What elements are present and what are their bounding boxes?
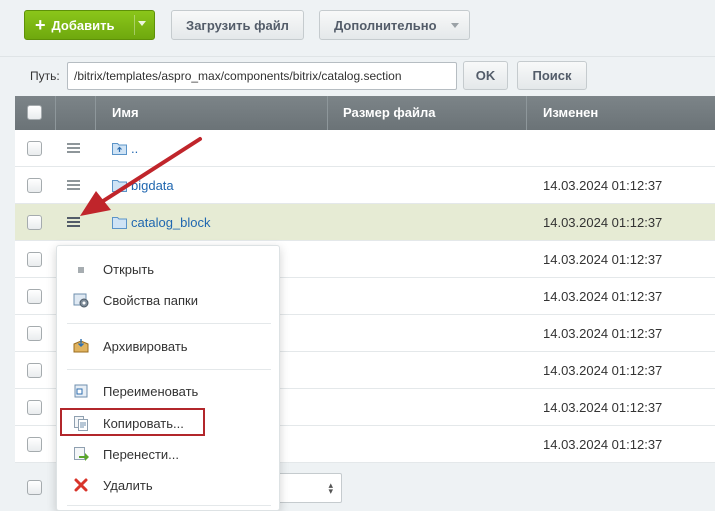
row-menu-icon[interactable] bbox=[67, 217, 80, 227]
menu-item-rename[interactable]: Переименовать bbox=[57, 377, 281, 405]
select-all-checkbox[interactable] bbox=[27, 105, 42, 120]
row-checkbox[interactable] bbox=[27, 400, 42, 415]
chevron-down-icon bbox=[451, 23, 459, 28]
plus-icon: + bbox=[35, 15, 46, 35]
row-name[interactable]: catalog_block bbox=[131, 215, 211, 230]
row-date: 14.03.2024 01:12:37 bbox=[543, 437, 663, 452]
menu-item-label: Открыть bbox=[103, 262, 155, 277]
search-button[interactable]: Поиск bbox=[517, 61, 587, 90]
column-separator bbox=[526, 96, 527, 130]
path-input[interactable]: /bitrix/templates/aspro_max/components/b… bbox=[67, 62, 457, 90]
menu-item-delete[interactable]: Удалить bbox=[57, 471, 281, 499]
archive-box-icon bbox=[73, 339, 89, 353]
table-row[interactable]: .. bbox=[15, 130, 715, 167]
menu-item-label: Удалить bbox=[103, 478, 153, 493]
menu-item-label: Архивировать bbox=[103, 339, 188, 354]
row-date: 14.03.2024 01:12:37 bbox=[543, 326, 663, 341]
highlight-box bbox=[60, 408, 205, 436]
add-button[interactable]: + Добавить bbox=[24, 10, 155, 40]
column-separator bbox=[327, 96, 328, 130]
menu-divider bbox=[67, 323, 271, 324]
toolbar: + Добавить Загрузить файл Дополнительно bbox=[0, 0, 715, 48]
table-row[interactable]: bigdata 14.03.2024 01:12:37 bbox=[15, 167, 715, 204]
folder-icon bbox=[112, 217, 127, 229]
upload-file-button[interactable]: Загрузить файл bbox=[171, 10, 304, 40]
menu-item-label: Переименовать bbox=[103, 384, 199, 399]
more-button[interactable]: Дополнительно bbox=[319, 10, 470, 40]
row-checkbox[interactable] bbox=[27, 437, 42, 452]
footer-select-all-checkbox[interactable] bbox=[27, 480, 42, 495]
table-header: Имя Размер файла Изменен bbox=[15, 96, 715, 130]
row-date: 14.03.2024 01:12:37 bbox=[543, 252, 663, 267]
menu-item-move[interactable]: Перенести... bbox=[57, 440, 281, 468]
rename-icon bbox=[74, 384, 88, 398]
chevron-down-icon[interactable] bbox=[138, 21, 146, 26]
folder-icon bbox=[112, 180, 127, 192]
menu-item-label: Перенести... bbox=[103, 447, 179, 462]
more-button-label: Дополнительно bbox=[334, 17, 437, 33]
row-checkbox[interactable] bbox=[27, 289, 42, 304]
row-checkbox[interactable] bbox=[27, 252, 42, 267]
row-menu-icon[interactable] bbox=[67, 180, 80, 190]
path-label: Путь: bbox=[30, 69, 60, 83]
column-header-modified[interactable]: Изменен bbox=[543, 96, 598, 130]
row-checkbox[interactable] bbox=[27, 363, 42, 378]
menu-item-archive[interactable]: Архивировать bbox=[57, 332, 281, 360]
row-date: 14.03.2024 01:12:37 bbox=[543, 289, 663, 304]
column-header-name[interactable]: Имя bbox=[112, 96, 139, 130]
column-separator bbox=[55, 96, 56, 130]
select-updown-icon: ▴ ▾ bbox=[328, 480, 333, 496]
table-row-selected[interactable]: catalog_block 14.03.2024 01:12:37 bbox=[15, 204, 715, 241]
path-bar: Путь: /bitrix/templates/aspro_max/compon… bbox=[0, 56, 715, 96]
column-header-size[interactable]: Размер файла bbox=[343, 96, 436, 130]
row-date: 14.03.2024 01:12:37 bbox=[543, 400, 663, 415]
folder-up-icon bbox=[112, 143, 127, 155]
row-checkbox[interactable] bbox=[27, 326, 42, 341]
context-menu: Открыть Свойства папки Архивировать Пере… bbox=[56, 245, 280, 511]
menu-divider bbox=[67, 505, 271, 506]
add-button-label: Добавить bbox=[51, 17, 115, 33]
bullet-icon bbox=[78, 267, 84, 273]
row-date: 14.03.2024 01:12:37 bbox=[543, 178, 663, 193]
folder-properties-icon bbox=[73, 293, 89, 308]
menu-item-open[interactable]: Открыть bbox=[57, 255, 281, 283]
column-separator bbox=[95, 96, 96, 130]
add-button-separator bbox=[134, 15, 135, 35]
row-menu-icon[interactable] bbox=[67, 143, 80, 153]
menu-item-label: Свойства папки bbox=[103, 293, 198, 308]
row-checkbox[interactable] bbox=[27, 178, 42, 193]
menu-divider bbox=[67, 369, 271, 370]
row-date: 14.03.2024 01:12:37 bbox=[543, 215, 663, 230]
move-icon bbox=[74, 447, 89, 461]
row-name[interactable]: bigdata bbox=[131, 178, 174, 193]
menu-item-folder-properties[interactable]: Свойства папки bbox=[57, 286, 281, 314]
row-date: 14.03.2024 01:12:37 bbox=[543, 363, 663, 378]
row-name[interactable]: .. bbox=[131, 141, 138, 156]
ok-button[interactable]: OK bbox=[463, 61, 508, 90]
row-checkbox[interactable] bbox=[27, 141, 42, 156]
delete-x-icon bbox=[74, 478, 88, 492]
row-checkbox[interactable] bbox=[27, 215, 42, 230]
